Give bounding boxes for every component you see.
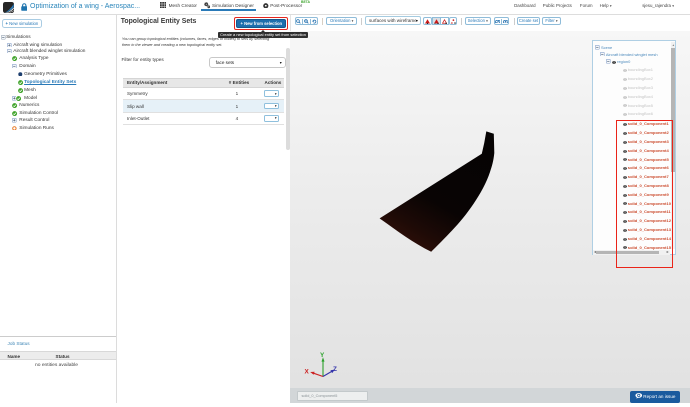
svg-text:Z: Z xyxy=(333,366,337,373)
svg-text:Y: Y xyxy=(320,352,325,359)
svg-text:X: X xyxy=(305,369,310,376)
